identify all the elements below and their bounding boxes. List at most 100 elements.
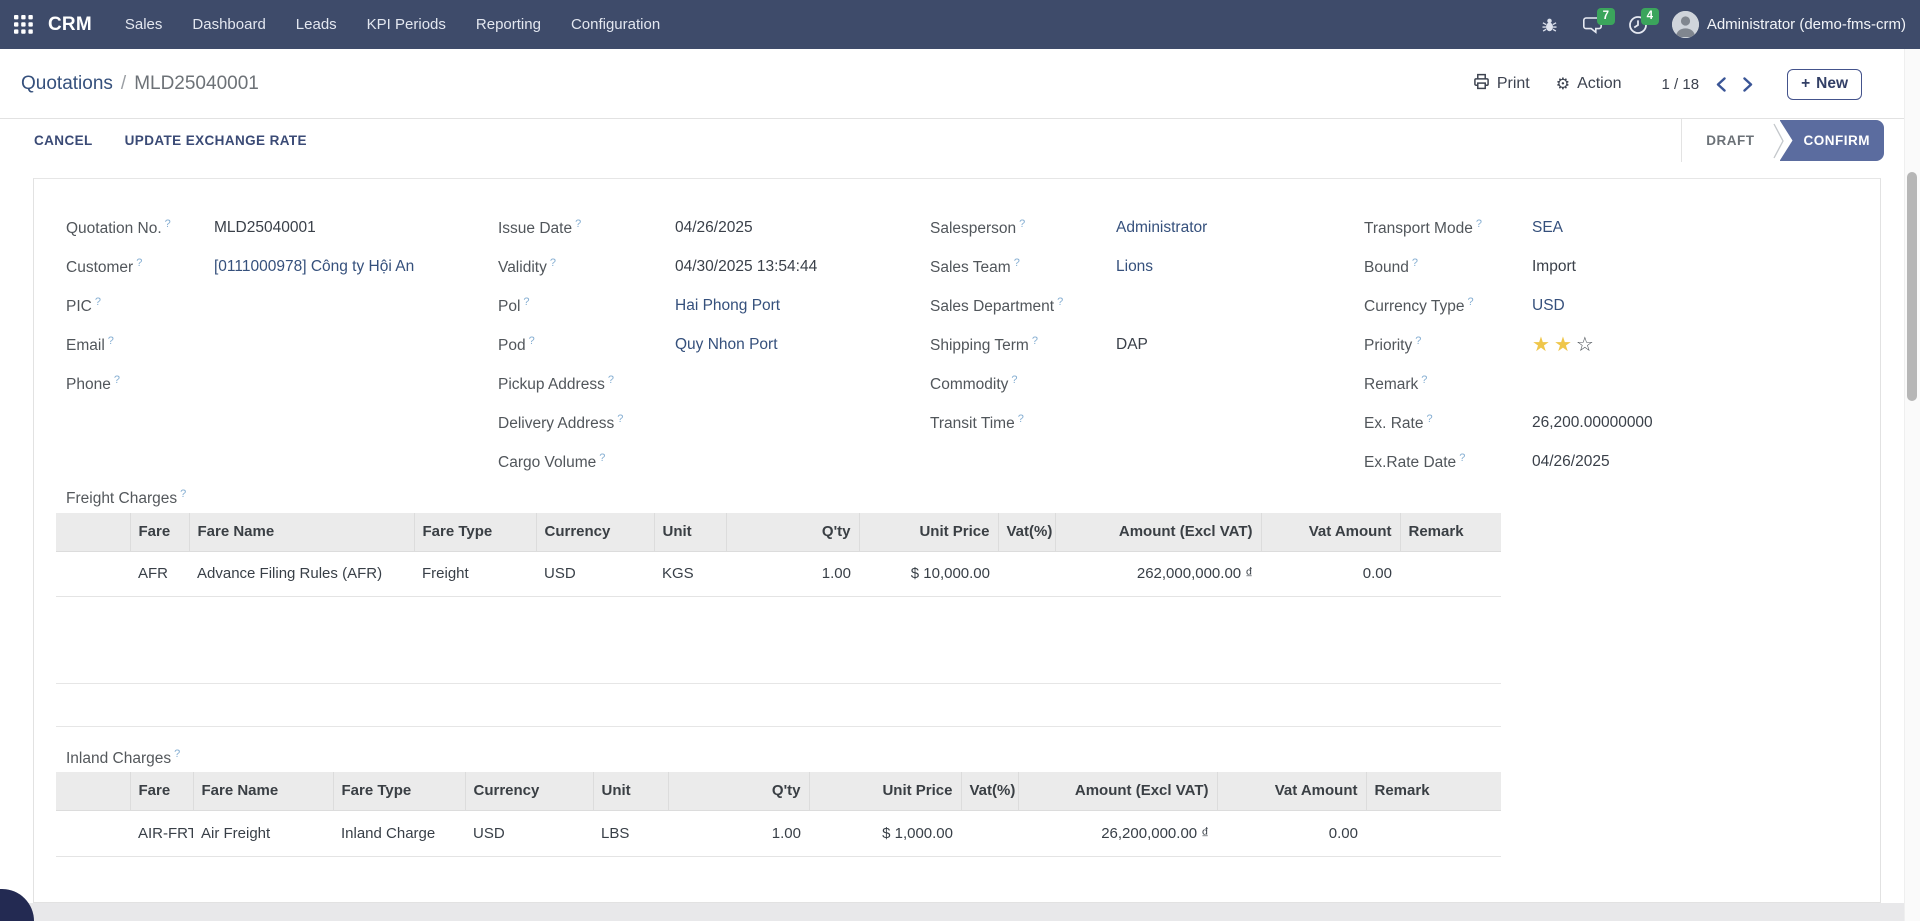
column-qty[interactable]: Q'ty [668, 772, 809, 810]
column-vat-amount[interactable]: Vat Amount [1261, 513, 1400, 551]
cell-vat-amount[interactable]: 0.00 [1217, 810, 1366, 856]
user-menu[interactable]: Administrator (demo-fms-crm) [1672, 11, 1906, 38]
cancel-button[interactable]: CANCEL [34, 133, 93, 148]
app-title[interactable]: CRM [48, 14, 92, 36]
nav-item-dashboard[interactable]: Dashboard [177, 0, 280, 49]
column-fare-type[interactable]: Fare Type [333, 772, 465, 810]
field-value[interactable] [675, 375, 855, 395]
field-value[interactable] [1116, 414, 1296, 434]
inland-row-air-frt[interactable]: AIR-FRT Air Freight Inland Charge USD LB… [56, 810, 1501, 856]
column-fare[interactable]: Fare [130, 772, 193, 810]
column-fare-name[interactable]: Fare Name [193, 772, 333, 810]
field-value[interactable]: SEA [1532, 219, 1712, 239]
vertical-scrollbar-track[interactable] [1904, 49, 1920, 921]
cell-unit-price[interactable]: $ 10,000.00 [859, 551, 998, 596]
priority-stars[interactable]: ★★☆ [1532, 335, 1712, 356]
cell-amount[interactable]: 262,000,000.00 ₫ [1055, 551, 1261, 596]
nav-item-sales[interactable]: Sales [110, 0, 178, 49]
cell-fare-type[interactable]: Freight [414, 551, 536, 596]
field-value[interactable]: DAP [1116, 336, 1296, 356]
cell-unit-price[interactable]: $ 1,000.00 [809, 810, 961, 856]
field-value[interactable] [1532, 375, 1712, 395]
debug-bug-icon[interactable] [1541, 16, 1558, 33]
field-value[interactable] [675, 414, 855, 434]
vertical-scrollbar-thumb[interactable] [1907, 172, 1917, 401]
nav-item-reporting[interactable]: Reporting [461, 0, 556, 49]
freight-row-afr[interactable]: AFR Advance Filing Rules (AFR) Freight U… [56, 551, 1501, 596]
column-currency[interactable]: Currency [465, 772, 593, 810]
star-filled-icon[interactable]: ★ [1554, 334, 1572, 356]
field-value[interactable] [214, 297, 394, 317]
column-remark[interactable]: Remark [1400, 513, 1501, 551]
cell-fare-name[interactable]: Advance Filing Rules (AFR) [189, 551, 414, 596]
field-value[interactable]: 26,200.00000000 [1532, 414, 1712, 434]
cell-currency[interactable]: USD [465, 810, 593, 856]
field-value[interactable]: 04/26/2025 [1532, 453, 1712, 473]
apps-grid-icon[interactable] [0, 0, 46, 49]
status-confirm[interactable]: CONFIRM [1780, 120, 1885, 161]
cell-vat-pct[interactable] [998, 551, 1055, 596]
star-empty-icon[interactable]: ☆ [1576, 334, 1594, 356]
livechat-bubble-button[interactable] [0, 889, 34, 921]
cell-unit[interactable]: LBS [593, 810, 668, 856]
field-value[interactable]: Lions [1116, 258, 1296, 278]
column-qty[interactable]: Q'ty [726, 513, 859, 551]
nav-item-configuration[interactable]: Configuration [556, 0, 675, 49]
column-unit-price[interactable]: Unit Price [859, 513, 998, 551]
cell-fare-name[interactable]: Air Freight [193, 810, 333, 856]
field-value[interactable]: Quy Nhon Port [675, 336, 855, 356]
field-value[interactable] [214, 336, 394, 356]
row-handle[interactable] [56, 551, 130, 596]
column-remark[interactable]: Remark [1366, 772, 1501, 810]
column-unit[interactable]: Unit [593, 772, 668, 810]
row-handle[interactable] [56, 810, 130, 856]
update-exchange-rate-button[interactable]: UPDATE EXCHANGE RATE [125, 133, 307, 148]
field-value[interactable]: [0111000978] Công ty Hội An [214, 258, 414, 278]
cell-vat-pct[interactable] [961, 810, 1018, 856]
pager-next-icon[interactable] [1743, 77, 1753, 92]
column-fare-type[interactable]: Fare Type [414, 513, 536, 551]
cell-remark[interactable] [1366, 810, 1501, 856]
column-unit-price[interactable]: Unit Price [809, 772, 961, 810]
column-vat-amount[interactable]: Vat Amount [1217, 772, 1366, 810]
column-amount[interactable]: Amount (Excl VAT) [1055, 513, 1261, 551]
cell-fare[interactable]: AIR-FRT [130, 810, 193, 856]
new-button[interactable]: + New [1787, 69, 1862, 100]
cell-qty[interactable]: 1.00 [668, 810, 809, 856]
messages-icon[interactable]: 7 [1582, 15, 1604, 35]
field-value[interactable]: USD [1532, 297, 1712, 317]
column-currency[interactable]: Currency [536, 513, 654, 551]
cell-fare-type[interactable]: Inland Charge [333, 810, 465, 856]
activities-clock-icon[interactable]: 4 [1628, 15, 1648, 35]
field-value[interactable]: MLD25040001 [214, 219, 394, 239]
field-value[interactable] [675, 453, 855, 473]
breadcrumb-quotations-link[interactable]: Quotations [21, 73, 113, 95]
status-draft[interactable]: DRAFT [1692, 133, 1772, 148]
field-value[interactable] [1116, 297, 1296, 317]
field-value[interactable]: 04/30/2025 13:54:44 [675, 258, 855, 278]
cell-remark[interactable] [1400, 551, 1501, 596]
column-fare[interactable]: Fare [130, 513, 189, 551]
cell-amount[interactable]: 26,200,000.00 ₫ [1018, 810, 1217, 856]
cell-vat-amount[interactable]: 0.00 [1261, 551, 1400, 596]
nav-item-leads[interactable]: Leads [281, 0, 352, 49]
column-unit[interactable]: Unit [654, 513, 726, 551]
column-vat-pct[interactable]: Vat(%) [961, 772, 1018, 810]
field-value[interactable] [1116, 375, 1296, 395]
column-fare-name[interactable]: Fare Name [189, 513, 414, 551]
column-vat-pct[interactable]: Vat(%) [998, 513, 1055, 551]
field-value[interactable]: Hai Phong Port [675, 297, 855, 317]
print-button[interactable]: Print [1473, 73, 1530, 95]
action-button[interactable]: ⚙ Action [1556, 74, 1622, 94]
pager-previous-icon[interactable] [1716, 77, 1726, 92]
cell-currency[interactable]: USD [536, 551, 654, 596]
cell-qty[interactable]: 1.00 [726, 551, 859, 596]
field-value[interactable]: 04/26/2025 [675, 219, 855, 239]
field-value[interactable]: Administrator [1116, 219, 1296, 239]
field-value[interactable] [214, 375, 394, 395]
cell-unit[interactable]: KGS [654, 551, 726, 596]
nav-item-kpi-periods[interactable]: KPI Periods [352, 0, 461, 49]
cell-fare[interactable]: AFR [130, 551, 189, 596]
star-filled-icon[interactable]: ★ [1532, 334, 1550, 356]
field-value[interactable]: Import [1532, 258, 1712, 278]
